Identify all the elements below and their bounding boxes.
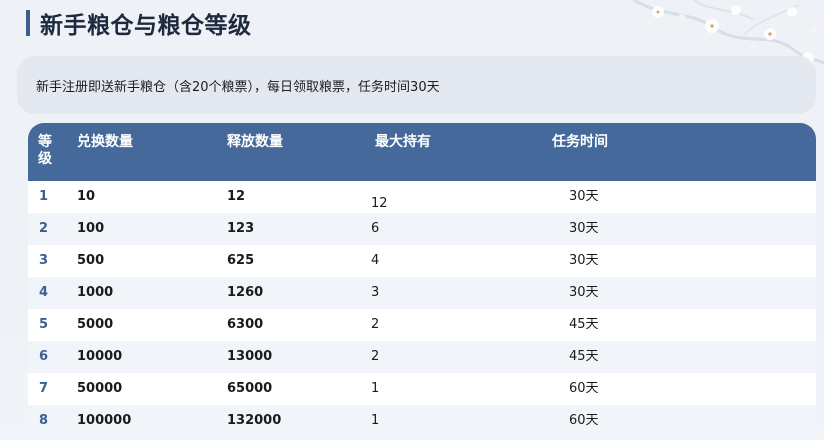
table-row: 3 500 625 4 30天 (28, 245, 816, 277)
cell-release: 12 (227, 189, 246, 204)
level-table: 等级 兑换数量 释放数量 最大持有 任务时间 1 10 12 12 30天 2 … (28, 123, 816, 437)
cell-duration: 60天 (569, 413, 599, 428)
cell-level: 6 (39, 349, 49, 364)
cell-release: 13000 (227, 349, 273, 364)
header-max-hold: 最大持有 (375, 134, 431, 150)
cell-level: 2 (39, 221, 49, 236)
cell-release: 65000 (227, 381, 273, 396)
cell-level: 7 (39, 381, 49, 396)
table-row: 5 5000 6300 2 45天 (28, 309, 816, 341)
cell-max-hold: 3 (371, 285, 380, 300)
cell-level: 1 (39, 189, 49, 204)
cell-level: 3 (39, 253, 49, 268)
cell-exchange: 10000 (77, 349, 123, 364)
notice-text: 新手注册即送新手粮仓（含20个粮票），每日领取粮票，任务时间30天 (36, 80, 440, 95)
cell-exchange: 10 (77, 189, 96, 204)
cell-duration: 30天 (569, 221, 599, 236)
cell-max-hold: 6 (371, 221, 380, 236)
cell-max-hold: 2 (371, 317, 380, 332)
cell-duration: 30天 (569, 189, 599, 204)
header-level: 等级 (38, 134, 52, 167)
cell-duration: 45天 (569, 349, 599, 364)
cell-max-hold: 4 (371, 253, 380, 268)
cell-duration: 45天 (569, 317, 599, 332)
cell-level: 5 (39, 317, 49, 332)
cell-duration: 30天 (569, 285, 599, 300)
table-row: 2 100 123 6 30天 (28, 213, 816, 245)
cell-release: 6300 (227, 317, 264, 332)
page-title: 新手粮仓与粮仓等级 (40, 13, 252, 39)
cell-release: 132000 (227, 413, 282, 428)
cell-max-hold: 1 (371, 413, 380, 428)
cell-exchange: 5000 (77, 317, 114, 332)
header-release: 释放数量 (227, 134, 283, 150)
cell-exchange: 100 (77, 221, 105, 236)
cell-max-hold: 12 (371, 196, 388, 211)
cell-exchange: 500 (77, 253, 105, 268)
cell-duration: 60天 (569, 381, 599, 396)
table-row: 8 100000 132000 1 60天 (28, 405, 816, 437)
header-exchange: 兑换数量 (77, 134, 133, 150)
cell-max-hold: 1 (371, 381, 380, 396)
cell-release: 1260 (227, 285, 264, 300)
cell-release: 123 (227, 221, 255, 236)
cell-duration: 30天 (569, 253, 599, 268)
page: 新手粮仓与粮仓等级 新手注册即送新手粮仓（含20个粮票），每日领取粮票，任务时间… (0, 0, 824, 440)
table-row: 7 50000 65000 1 60天 (28, 373, 816, 405)
cell-release: 625 (227, 253, 255, 268)
table-row: 4 1000 1260 3 30天 (28, 277, 816, 309)
cell-level: 4 (39, 285, 49, 300)
cell-exchange: 100000 (77, 413, 132, 428)
table-row: 1 10 12 12 30天 (28, 181, 816, 213)
table-row: 6 10000 13000 2 45天 (28, 341, 816, 373)
cell-exchange: 1000 (77, 285, 114, 300)
table-header: 等级 兑换数量 释放数量 最大持有 任务时间 (28, 123, 816, 181)
title-accent-bar (26, 10, 30, 36)
notice-box: 新手注册即送新手粮仓（含20个粮票），每日领取粮票，任务时间30天 (17, 56, 816, 114)
header-duration: 任务时间 (552, 134, 608, 150)
cell-level: 8 (39, 413, 49, 428)
cell-max-hold: 2 (371, 349, 380, 364)
cell-exchange: 50000 (77, 381, 123, 396)
title-block: 新手粮仓与粮仓等级 (26, 8, 252, 39)
